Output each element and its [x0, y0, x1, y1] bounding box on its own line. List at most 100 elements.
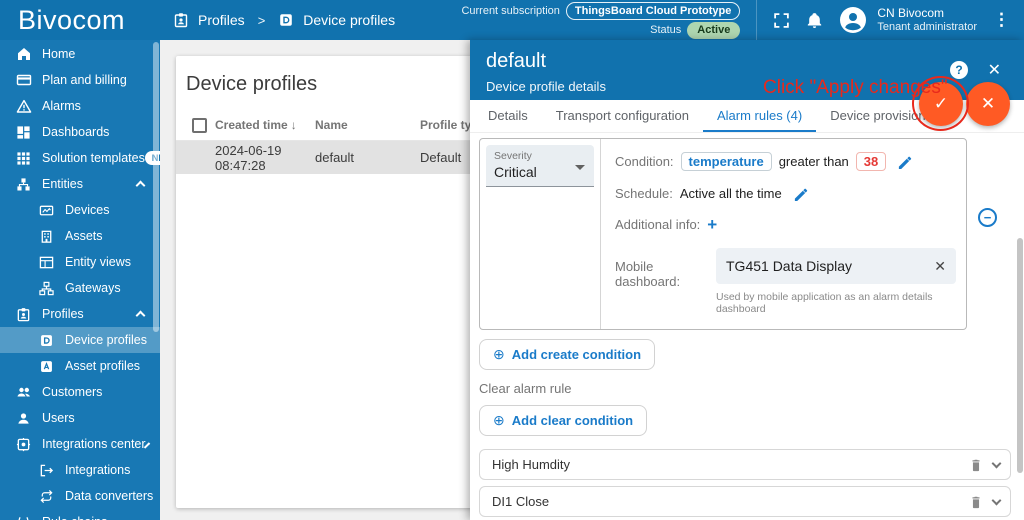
discard-changes-button[interactable]: ✕ [966, 82, 1010, 126]
sidebar-item-entities[interactable]: Entities [0, 171, 160, 197]
tab-transport-configuration[interactable]: Transport configuration [542, 100, 703, 132]
expand-rule-chevron-icon[interactable] [992, 458, 1002, 468]
sidebar-item-data-converters[interactable]: Data converters [0, 483, 160, 509]
subscription-plan-pill[interactable]: ThingsBoard Cloud Prototype [566, 2, 740, 21]
mobile-dashboard-field[interactable]: TG451 Data Display ✕ [716, 248, 956, 284]
rule-chains-icon [15, 515, 32, 520]
alarm-rule-row-high-humdity[interactable]: High Humdity [479, 449, 1011, 480]
status-badge: Active [687, 22, 740, 39]
help-icon[interactable]: ? [950, 61, 968, 79]
breadcrumb-separator: > [258, 13, 266, 28]
delete-rule-trash-icon[interactable] [969, 458, 983, 472]
sidebar-item-asset-profiles[interactable]: Asset profiles [0, 353, 160, 379]
tab-details[interactable]: Details [474, 100, 542, 132]
notifications-bell-icon[interactable] [806, 12, 823, 29]
user-role: Tenant administrator [877, 21, 977, 35]
mobile-dashboard-label: Mobile dashboard: [615, 248, 716, 315]
app-root: Bivocom Profiles > Device profiles Curre… [0, 0, 1024, 520]
sidebar-item-devices[interactable]: Devices [0, 197, 160, 223]
expand-rule-chevron-icon[interactable] [992, 495, 1002, 505]
chevron-up-icon[interactable] [136, 181, 146, 191]
alarm-rules-content: Severity Critical Condition: temperature… [470, 133, 1024, 520]
profiles-badge-icon [173, 12, 189, 28]
breadcrumb-device-profiles[interactable]: Device profiles [303, 12, 395, 28]
condition-label: Condition: [615, 154, 674, 169]
alarm-rule-row-di1-close[interactable]: DI1 Close [479, 486, 1011, 517]
condition-value-chip: 38 [856, 152, 886, 171]
tab-alarm-rules[interactable]: Alarm rules (4) [703, 100, 816, 132]
severity-column: Severity Critical [480, 139, 601, 329]
user-avatar[interactable] [839, 6, 867, 34]
column-created-time[interactable]: Created time↓ [215, 118, 315, 132]
subscription-label: Current subscription [461, 3, 559, 20]
home-icon [15, 46, 32, 62]
cell-name: default [315, 150, 420, 165]
close-icon[interactable]: ✕ [988, 60, 1001, 80]
schedule-value: Active all the time [680, 186, 782, 201]
data-converters-icon [38, 489, 55, 504]
fullscreen-icon[interactable] [773, 12, 790, 29]
mobile-dashboard-value: TG451 Data Display [726, 258, 852, 274]
sidebar-nav: Home Plan and billing Alarms Dashboards … [0, 40, 160, 520]
status-label: Status [650, 22, 681, 39]
brand-logo[interactable]: Bivocom [18, 5, 173, 36]
additional-info-label: Additional info: [615, 217, 700, 232]
clear-alarm-rule-label: Clear alarm rule [479, 381, 1015, 396]
sidebar-item-device-profiles[interactable]: Device profiles [0, 327, 160, 353]
sidebar-item-customers[interactable]: Customers [0, 379, 160, 405]
breadcrumb-profiles[interactable]: Profiles [198, 12, 245, 28]
add-clear-condition-button[interactable]: ⊕ Add clear condition [479, 405, 647, 436]
cell-created-time: 2024-06-19 08:47:28 [215, 143, 315, 173]
severity-select[interactable]: Severity Critical [486, 145, 594, 187]
assets-icon [38, 229, 55, 244]
sidebar-item-solution-templates[interactable]: Solution templates NEW [0, 145, 160, 171]
kebab-menu-icon[interactable]: ⋮ [993, 10, 1010, 30]
condition-key-chip: temperature [681, 152, 772, 171]
sidebar-scrollbar[interactable] [153, 42, 159, 332]
edit-condition-pencil-icon[interactable] [897, 154, 912, 169]
column-name[interactable]: Name [315, 118, 420, 132]
sidebar-item-rule-chains[interactable]: Rule chains [0, 509, 160, 520]
chevron-up-icon[interactable] [136, 311, 146, 321]
top-header-bar: Bivocom Profiles > Device profiles Curre… [0, 0, 1024, 40]
solution-templates-grid-icon [15, 151, 32, 166]
sort-desc-icon[interactable]: ↓ [291, 118, 297, 132]
circled-plus-icon: ⊕ [493, 346, 505, 363]
sidebar-item-gateways[interactable]: Gateways [0, 275, 160, 301]
select-all-checkbox[interactable] [192, 118, 207, 133]
panel-scrollbar[interactable] [1017, 238, 1023, 473]
sidebar-item-integrations[interactable]: Integrations [0, 457, 160, 483]
devices-icon [38, 203, 55, 218]
sidebar-item-profiles[interactable]: Profiles [0, 301, 160, 327]
customers-icon [15, 384, 32, 400]
delete-rule-trash-icon[interactable] [969, 495, 983, 509]
entity-views-icon [38, 255, 55, 270]
clear-dashboard-icon[interactable]: ✕ [934, 258, 946, 275]
billing-card-icon [15, 72, 32, 88]
add-create-condition-button[interactable]: ⊕ Add create condition [479, 339, 655, 370]
add-additional-info-icon[interactable]: + [707, 216, 717, 233]
sidebar-item-home[interactable]: Home [0, 41, 160, 67]
integrations-center-icon [15, 437, 32, 452]
profiles-badge-icon [15, 307, 32, 322]
edit-schedule-pencil-icon[interactable] [793, 186, 808, 201]
apply-changes-button[interactable]: ✓ [919, 82, 963, 126]
gateways-icon [38, 281, 55, 296]
device-profile-details-panel: default Device profile details ? ✕ Detai… [470, 40, 1024, 520]
sidebar-item-dashboards[interactable]: Dashboards [0, 119, 160, 145]
sidebar-item-users[interactable]: Users [0, 405, 160, 431]
asset-profiles-icon [38, 359, 55, 374]
sidebar-item-assets[interactable]: Assets [0, 223, 160, 249]
device-profile-square-icon [278, 12, 294, 28]
sidebar-item-alarms[interactable]: Alarms [0, 93, 160, 119]
remove-rule-minus-icon[interactable]: − [978, 208, 997, 227]
entities-icon [15, 177, 32, 192]
user-name: CN Bivocom [877, 6, 977, 21]
device-profiles-icon [38, 333, 55, 348]
sidebar-item-integrations-center[interactable]: Integrations center [0, 431, 160, 457]
schedule-label: Schedule: [615, 186, 673, 201]
sidebar-item-plan-and-billing[interactable]: Plan and billing [0, 67, 160, 93]
user-info[interactable]: CN Bivocom Tenant administrator [877, 6, 977, 35]
severity-value: Critical [494, 164, 586, 180]
sidebar-item-entity-views[interactable]: Entity views [0, 249, 160, 275]
